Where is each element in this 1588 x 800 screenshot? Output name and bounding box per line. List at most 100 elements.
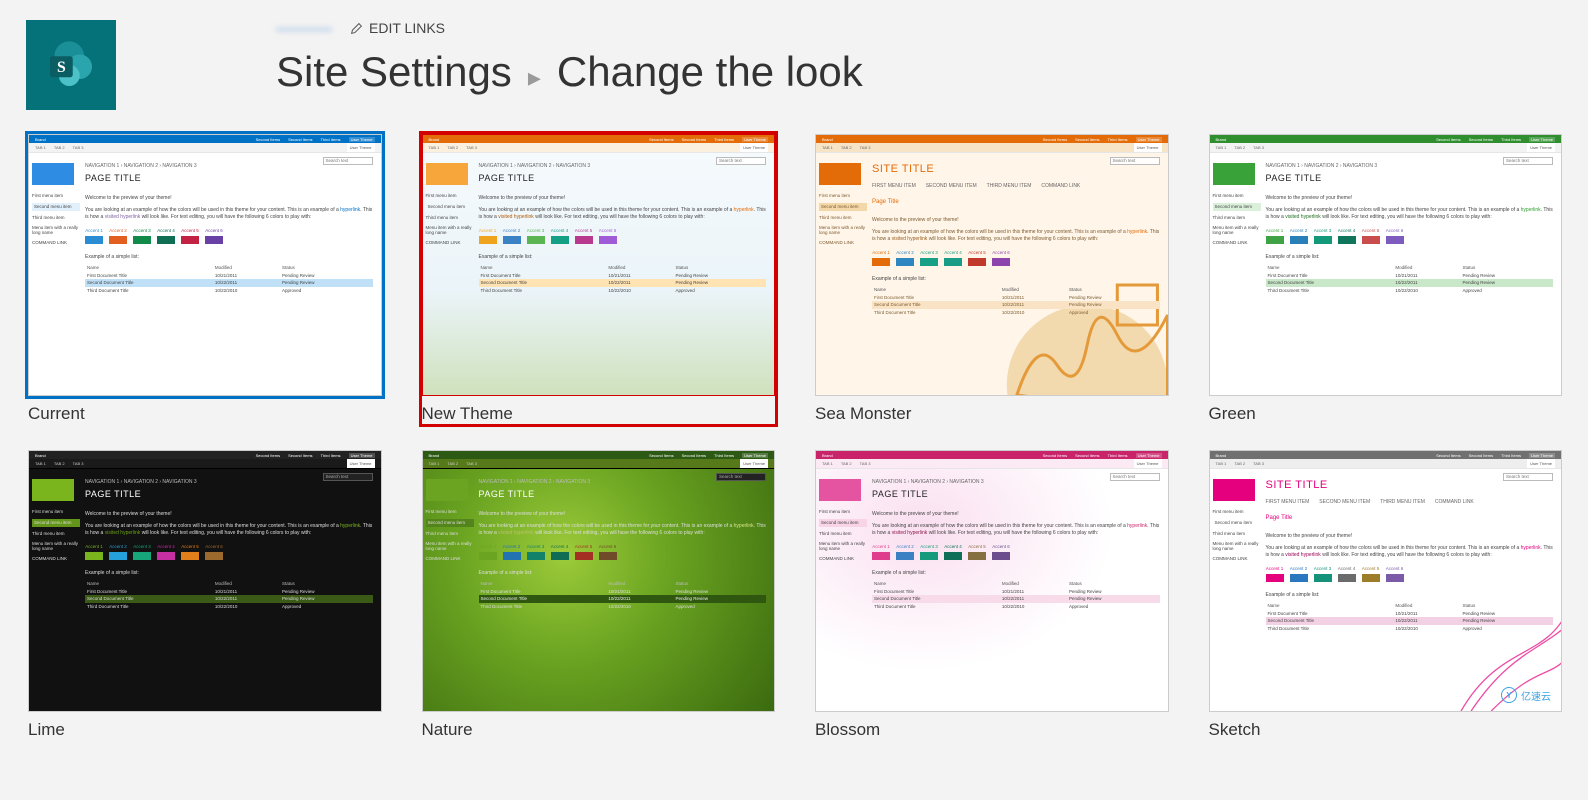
preview-col-header[interactable]: Status [1461, 264, 1553, 272]
suite-bar-link[interactable]: Third Items [714, 453, 734, 458]
table-row[interactable]: First Document Title10/21/2011Pending Re… [1266, 272, 1554, 280]
preview-col-header[interactable]: Modified [1393, 602, 1460, 610]
quick-launch-item[interactable]: First menu item [426, 509, 474, 515]
table-row[interactable]: Third Document Title10/22/2010Approved [872, 603, 1160, 611]
suite-bar-link[interactable]: Third Items [1108, 137, 1128, 142]
quick-launch-item[interactable]: Second menu item [819, 519, 867, 527]
preview-site-logo[interactable] [1213, 163, 1255, 185]
ribbon-tab[interactable]: TAB 1 [429, 145, 440, 150]
preview-col-header[interactable]: Status [1067, 286, 1159, 294]
preview-col-header[interactable]: Status [280, 580, 372, 588]
suite-bar-link[interactable]: User Theme [1529, 137, 1555, 142]
table-row[interactable]: First Document Title10/21/2011Pending Re… [872, 294, 1160, 302]
quick-launch-item[interactable]: COMMAND LINK [32, 240, 80, 246]
top-nav-link[interactable]: SECOND MENU ITEM [926, 183, 977, 189]
ribbon-tab[interactable]: TAB 1 [35, 461, 46, 466]
quick-launch-item[interactable]: First menu item [1213, 509, 1261, 515]
preview-col-header[interactable]: Name [1266, 264, 1394, 272]
suite-bar-link[interactable]: User Theme [1136, 137, 1162, 142]
table-row[interactable]: Second Document Title10/22/2011Pending R… [1266, 617, 1554, 625]
suite-bar-link[interactable]: User Theme [1136, 453, 1162, 458]
suite-bar-link[interactable]: Second Items [1075, 453, 1099, 458]
theme-tile-blossom[interactable]: Brand Second ItemsSecond ItemsThird Item… [815, 450, 1169, 740]
suite-bar-link[interactable]: User Theme [742, 137, 768, 142]
theme-thumbnail[interactable]: Brand Second ItemsSecond ItemsThird Item… [28, 450, 382, 712]
suite-bar-link[interactable]: Third Items [1108, 453, 1128, 458]
table-row[interactable]: Second Document Title10/22/2011Pending R… [85, 279, 373, 287]
ribbon-tab[interactable]: TAB 1 [35, 145, 46, 150]
suite-bar-link[interactable]: Second Items [1469, 137, 1493, 142]
preview-site-logo[interactable] [819, 479, 861, 501]
preview-col-header[interactable]: Status [674, 264, 766, 272]
theme-tile-current[interactable]: Brand Second ItemsSecond ItemsThird Item… [28, 134, 382, 424]
suite-bar-link[interactable]: Second Items [256, 137, 280, 142]
quick-launch-item[interactable]: Second menu item [1213, 519, 1261, 527]
theme-tile-nature[interactable]: Brand Second ItemsSecond ItemsThird Item… [422, 450, 776, 740]
quick-launch-item[interactable]: Third menu item [32, 215, 80, 221]
preview-col-header[interactable]: Modified [213, 580, 280, 588]
quick-launch-item[interactable]: COMMAND LINK [819, 240, 867, 246]
preview-visited-hyperlink[interactable]: visited hyperlink [105, 214, 141, 220]
quick-launch-item[interactable]: Third menu item [426, 215, 474, 221]
quick-launch-item[interactable]: COMMAND LINK [819, 556, 867, 562]
ribbon-tab[interactable]: TAB 2 [54, 461, 65, 466]
preview-visited-hyperlink[interactable]: visited hyperlink [1285, 552, 1321, 558]
preview-site-logo[interactable] [32, 163, 74, 185]
top-nav-link[interactable]: COMMAND LINK [1041, 183, 1080, 189]
preview-site-logo[interactable] [819, 163, 861, 185]
table-row[interactable]: Second Document Title10/22/2011Pending R… [479, 279, 767, 287]
ribbon-tab[interactable]: TAB 3 [1253, 145, 1264, 150]
top-nav-link[interactable]: SECOND MENU ITEM [1319, 499, 1370, 505]
table-row[interactable]: Third Document Title10/22/2010Approved [479, 287, 767, 295]
preview-col-header[interactable]: Modified [606, 264, 673, 272]
quick-launch-item[interactable]: Menu item with a really long name [1213, 225, 1261, 237]
table-row[interactable]: First Document Title10/21/2011Pending Re… [85, 588, 373, 596]
preview-col-header[interactable]: Name [872, 580, 1000, 588]
quick-launch-item[interactable]: Menu item with a really long name [426, 541, 474, 553]
preview-hyperlink[interactable]: hyperlink [734, 207, 754, 213]
ribbon-tab[interactable]: TAB 2 [54, 145, 65, 150]
suite-bar-link[interactable]: User Theme [349, 453, 375, 458]
breadcrumb-root[interactable]: Site Settings [276, 48, 512, 96]
table-row[interactable]: First Document Title10/21/2011Pending Re… [85, 272, 373, 280]
quick-launch-item[interactable]: Third menu item [1213, 531, 1261, 537]
table-row[interactable]: First Document Title10/21/2011Pending Re… [479, 272, 767, 280]
suite-bar-link[interactable]: Third Items [321, 137, 341, 142]
suite-bar-link[interactable]: Second Items [1469, 453, 1493, 458]
preview-site-logo[interactable] [426, 479, 468, 501]
suite-bar-link[interactable]: Second Items [1043, 137, 1067, 142]
preview-col-header[interactable]: Name [1266, 602, 1394, 610]
suite-bar-link[interactable]: Second Items [288, 453, 312, 458]
ribbon-tab[interactable]: TAB 1 [1216, 461, 1227, 466]
table-row[interactable]: Third Document Title10/22/2010Approved [1266, 287, 1554, 295]
quick-launch-item[interactable]: First menu item [32, 193, 80, 199]
ribbon-tab[interactable]: TAB 1 [822, 461, 833, 466]
preview-visited-hyperlink[interactable]: visited hyperlink [105, 530, 141, 536]
ribbon-tab[interactable]: TAB 2 [841, 145, 852, 150]
ribbon-tab[interactable]: TAB 1 [822, 145, 833, 150]
ribbon-tab[interactable]: TAB 3 [73, 461, 84, 466]
preview-col-header[interactable]: Modified [606, 580, 673, 588]
quick-launch-item[interactable]: Third menu item [819, 215, 867, 221]
quick-launch-item[interactable]: Second menu item [1213, 203, 1261, 211]
ribbon-tab[interactable]: TAB 3 [466, 145, 477, 150]
table-row[interactable]: First Document Title10/21/2011Pending Re… [1266, 610, 1554, 618]
theme-thumbnail[interactable]: Brand Second ItemsSecond ItemsThird Item… [815, 450, 1169, 712]
quick-launch-item[interactable]: Second menu item [819, 203, 867, 211]
theme-tile-sketch[interactable]: Brand Second ItemsSecond ItemsThird Item… [1209, 450, 1563, 740]
suite-bar-link[interactable]: Second Items [1436, 137, 1460, 142]
quick-launch-item[interactable]: First menu item [819, 193, 867, 199]
suite-bar-link[interactable]: User Theme [1529, 453, 1555, 458]
edit-links-button[interactable]: EDIT LINKS [350, 20, 445, 36]
suite-bar-link[interactable]: Second Items [649, 137, 673, 142]
ribbon-tab[interactable]: TAB 2 [1234, 145, 1245, 150]
theme-thumbnail[interactable]: Brand Second ItemsSecond ItemsThird Item… [422, 450, 776, 712]
suite-bar-link[interactable]: Second Items [682, 453, 706, 458]
suite-bar-link[interactable]: Second Items [682, 137, 706, 142]
suite-bar-link[interactable]: Third Items [714, 137, 734, 142]
theme-tile-newtheme[interactable]: Brand Second ItemsSecond ItemsThird Item… [422, 134, 776, 424]
preview-col-header[interactable]: Modified [1000, 580, 1067, 588]
preview-visited-hyperlink[interactable]: visited hyperlink [892, 530, 928, 536]
preview-col-header[interactable]: Status [1067, 580, 1159, 588]
preview-col-header[interactable]: Name [85, 264, 213, 272]
